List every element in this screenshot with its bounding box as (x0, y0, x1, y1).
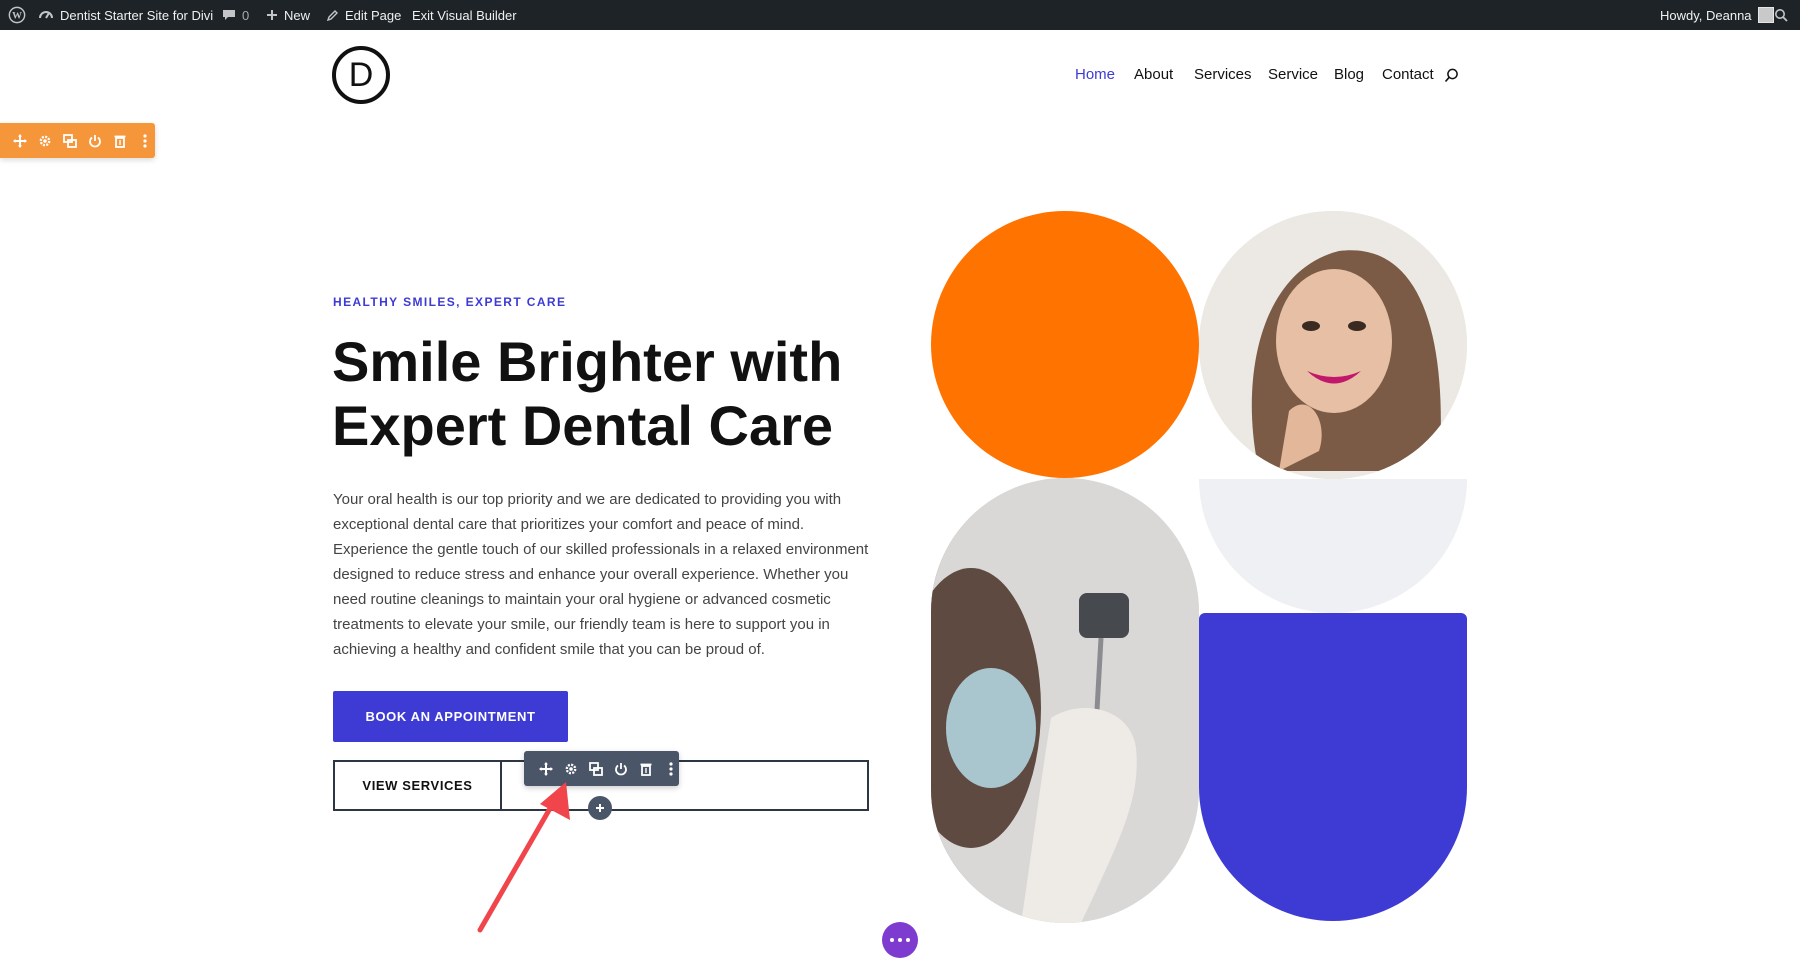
grey-half-circle-shape (1199, 479, 1467, 613)
nav-item-contact[interactable]: Contact (1382, 66, 1434, 83)
description-line: exceptional dental care that prioritizes… (333, 516, 805, 533)
dot-icon (890, 938, 894, 942)
dentist-with-mirror-photo (931, 478, 1199, 923)
duplicate-icon[interactable] (588, 761, 603, 776)
site-logo[interactable]: D (332, 46, 390, 104)
exit-visual-builder-label: Exit Visual Builder (412, 7, 517, 23)
book-appointment-button[interactable]: BOOK AN APPOINTMENT (333, 691, 568, 742)
nav-item-home[interactable]: Home (1075, 66, 1115, 83)
logo-letter: D (348, 55, 374, 94)
hero-title-line: Smile Brighter with (332, 330, 843, 393)
blue-capsule-shape (1199, 613, 1467, 921)
description-line: Experience the gentle touch of our skill… (333, 541, 869, 558)
pencil-icon (326, 9, 338, 21)
site-name: Dentist Starter Site for Divi (60, 7, 214, 23)
user-account-menu[interactable]: Howdy, Deanna (1660, 0, 1774, 30)
toggle-icon[interactable] (613, 761, 628, 776)
more-icon[interactable] (137, 133, 152, 148)
admin-search-button[interactable] (1774, 0, 1788, 30)
admin-bar: W Dentist Starter Site for Divi 0 New Ed… (0, 0, 1800, 30)
nav-item-about[interactable]: About (1134, 66, 1173, 83)
exit-visual-builder-link[interactable]: Exit Visual Builder (412, 0, 517, 30)
description-line: designed to reduce stress and enhance yo… (333, 566, 849, 583)
search-icon[interactable] (1444, 68, 1459, 88)
trash-icon[interactable] (112, 133, 127, 148)
settings-icon[interactable] (37, 133, 52, 148)
move-icon[interactable] (538, 761, 553, 776)
edit-page-link[interactable]: Edit Page (326, 0, 401, 30)
toggle-icon[interactable] (87, 133, 102, 148)
new-content-link[interactable]: New (266, 0, 310, 30)
dashboard-icon (39, 11, 53, 19)
comments-link[interactable]: 0 (222, 0, 249, 30)
search-icon (1775, 9, 1788, 22)
hero-title: Smile Brighter with Expert Dental Care (332, 330, 892, 458)
hero-title-line: Expert Dental Care (332, 394, 834, 457)
plus-icon (596, 804, 604, 812)
trash-icon[interactable] (638, 761, 653, 776)
nav-item-services[interactable]: Services (1194, 66, 1252, 83)
dot-icon (898, 938, 902, 942)
comment-icon (223, 10, 235, 20)
smiling-woman-photo (1199, 211, 1467, 479)
move-icon[interactable] (12, 133, 27, 148)
hero-description: Your oral health is our top priority and… (333, 487, 873, 662)
page-settings-button[interactable] (882, 922, 918, 958)
description-line: achieving a healthy and confident smile … (333, 641, 765, 658)
site-name-link[interactable]: Dentist Starter Site for Divi (38, 0, 213, 30)
description-line: Your oral health is our top priority and… (333, 491, 842, 508)
orange-circle-shape (931, 211, 1199, 478)
add-module-button[interactable] (588, 796, 612, 820)
row-settings-toolbar (0, 123, 155, 158)
edit-page-label: Edit Page (345, 7, 402, 23)
svg-text:W: W (12, 11, 22, 22)
annotation-arrow-icon (477, 782, 570, 933)
dot-icon (906, 938, 910, 942)
description-line: treatments to elevate your smile, our fr… (333, 616, 830, 633)
avatar (1757, 7, 1774, 23)
duplicate-icon[interactable] (62, 133, 77, 148)
user-greeting: Howdy, Deanna (1660, 7, 1752, 23)
nav-item-service[interactable]: Service (1268, 66, 1318, 83)
hero-eyebrow: HEALTHY SMILES, EXPERT CARE (333, 295, 567, 309)
new-label: New (284, 7, 311, 23)
plus-icon (267, 10, 277, 20)
more-icon[interactable] (663, 761, 678, 776)
description-line: need routine cleanings to maintain your … (333, 591, 831, 608)
comments-count: 0 (242, 7, 250, 23)
nav-item-blog[interactable]: Blog (1334, 66, 1364, 83)
settings-icon[interactable] (563, 761, 578, 776)
wordpress-logo-icon[interactable]: W (8, 0, 26, 30)
